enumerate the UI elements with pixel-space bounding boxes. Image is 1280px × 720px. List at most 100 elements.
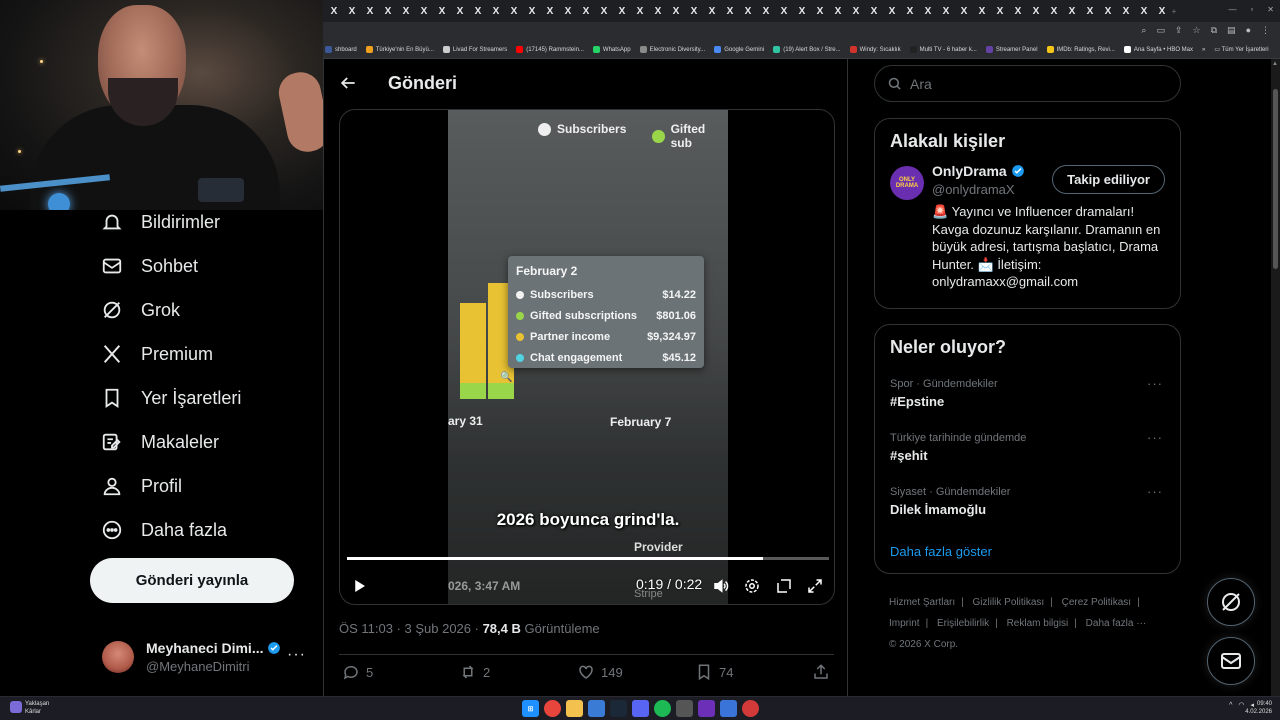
bookmark-item[interactable]: shboard [325,46,357,53]
browser-tab[interactable]: X [577,6,595,17]
browser-tab[interactable]: X [649,6,667,17]
browser-tab[interactable]: X [667,6,685,17]
sidebar-icon[interactable]: ▤ [1227,25,1236,36]
browser-tab[interactable]: X [685,6,703,17]
browser-tab[interactable]: X [721,6,739,17]
bookmark-item[interactable]: (17145) Rammstein... [516,46,584,53]
chrome-icon[interactable] [544,700,561,717]
browser-tab[interactable]: X [559,6,577,17]
app-icon[interactable] [676,700,693,717]
search-input[interactable]: Ara [874,65,1181,102]
person-avatar[interactable]: ONLY DRAMA [890,166,924,200]
nav-item-chat[interactable]: Sohbet [90,244,320,288]
browser-tab[interactable]: X [343,6,361,17]
footer-link[interactable]: Hizmet Şartları [889,597,955,608]
repost-button[interactable]: 2 [459,663,490,681]
page-scrollbar[interactable]: ▲ [1271,59,1280,696]
app-icon[interactable] [720,700,737,717]
close-icon[interactable]: ✕ [1267,0,1274,20]
browser-tab[interactable]: X [1045,6,1063,17]
browser-tab[interactable]: X [631,6,649,17]
app-icon[interactable] [588,700,605,717]
scroll-up-icon[interactable]: ▲ [1272,61,1278,67]
browser-tab[interactable]: X [487,6,505,17]
browser-tab[interactable]: X [451,6,469,17]
browser-tab[interactable]: X [919,6,937,17]
share-icon[interactable]: ⇪ [1175,25,1183,36]
account-switcher[interactable]: Meyhaneci Dimi... @MeyhaneDimitri ··· [102,638,312,678]
footer-link[interactable]: Imprint [889,618,920,629]
menu-icon[interactable]: ⋮ [1261,25,1270,36]
grok-fab[interactable] [1207,578,1255,626]
extensions-icon[interactable]: ⧉ [1211,25,1217,36]
play-button[interactable] [350,576,368,596]
browser-tab[interactable]: X [397,6,415,17]
steam-icon[interactable] [610,700,627,717]
footer-link[interactable]: Reklam bilgisi [1007,618,1069,629]
cast-icon[interactable]: ▭ [1156,25,1165,36]
browser-tab[interactable]: X [361,6,379,17]
trend-more-icon[interactable]: ··· [1147,484,1163,499]
browser-tab[interactable]: X [1009,6,1027,17]
browser-tab[interactable]: X [937,6,955,17]
bookmark-item[interactable]: Ana Sayfa • HBO Max [1123,46,1193,53]
obs-icon[interactable] [698,700,715,717]
bookmark-item[interactable]: (19) Alert Box / Stre... [773,46,841,53]
like-button[interactable]: 149 [577,663,623,681]
related-person[interactable]: ONLY DRAMA OnlyDrama @onlydramaX Takip e… [890,163,1165,316]
clock[interactable]: 09:40 4.02.2026 [1245,700,1272,716]
all-bookmarks-folder[interactable]: ▭ Tüm Yer İşaretleri [1214,46,1268,53]
browser-tab[interactable]: X [991,6,1009,17]
new-tab-icon[interactable]: + [1171,7,1177,16]
trend-more-icon[interactable]: ··· [1147,430,1163,445]
bookmark-item[interactable]: Streamer Panel [985,46,1038,53]
spotify-icon[interactable] [654,700,671,717]
bookmark-item[interactable]: Livad For Streamers [442,46,507,53]
nav-item-articles[interactable]: Makaleler [90,420,320,464]
trend-item[interactable]: Türkiye tarihinde gündemde #şehit ··· [890,430,1165,486]
browser-tab[interactable]: X [973,6,991,17]
browser-tab[interactable]: X [955,6,973,17]
discord-icon[interactable] [632,700,649,717]
browser-tab[interactable]: X [1153,6,1171,17]
bookmarks-more-icon[interactable]: » [1202,47,1205,53]
browser-tab[interactable]: X [883,6,901,17]
post-button[interactable]: Gönderi yayınla [90,558,294,603]
fullscreen-button[interactable] [806,576,824,596]
maximize-icon[interactable]: ▫ [1250,0,1253,20]
zoom-icon[interactable]: ⌕ [1141,25,1146,36]
browser-tab[interactable]: X [829,6,847,17]
browser-tab[interactable]: X [415,6,433,17]
bookmark-item[interactable]: Multi TV - 6 haber k... [909,46,977,53]
browser-tab[interactable]: X [613,6,631,17]
nav-item-more[interactable]: Daha fazla [90,508,320,552]
bookmark-item[interactable]: Google Gemini [714,46,764,53]
browser-tab[interactable]: X [523,6,541,17]
trend-item[interactable]: Siyaset · Gündemdekiler Dilek İmamoğlu ·… [890,484,1165,540]
app-icon[interactable] [742,700,759,717]
nav-item-bookmarks[interactable]: Yer İşaretleri [90,376,320,420]
browser-tab[interactable]: X [1063,6,1081,17]
browser-tab[interactable]: X [739,6,757,17]
star-icon[interactable]: ☆ [1193,25,1201,36]
messages-fab[interactable] [1207,637,1255,685]
minimize-icon[interactable]: — [1228,0,1236,20]
trend-more-icon[interactable]: ··· [1147,376,1163,391]
browser-tab[interactable]: X [757,6,775,17]
browser-tab[interactable]: X [865,6,883,17]
show-more-link[interactable]: Daha fazla göster [890,544,1165,559]
video-progress-bar[interactable] [347,557,829,560]
bookmark-button[interactable]: 74 [695,663,733,681]
reply-button[interactable]: 5 [342,663,373,681]
bookmark-item[interactable]: Electronic Diversity... [639,46,705,53]
footer-link[interactable]: Gizlilik Politikası [973,597,1045,608]
browser-tab[interactable]: X [901,6,919,17]
browser-tab[interactable]: X [433,6,451,17]
browser-tab[interactable]: X [847,6,865,17]
browser-tab[interactable]: X [1135,6,1153,17]
weather-widget[interactable]: Yaklaşan Kârlar [10,700,49,716]
footer-link[interactable]: Erişilebilirlik [937,618,989,629]
nav-item-premium[interactable]: Premium [90,332,320,376]
browser-tab[interactable]: X [1081,6,1099,17]
following-button[interactable]: Takip ediliyor [1052,165,1165,194]
